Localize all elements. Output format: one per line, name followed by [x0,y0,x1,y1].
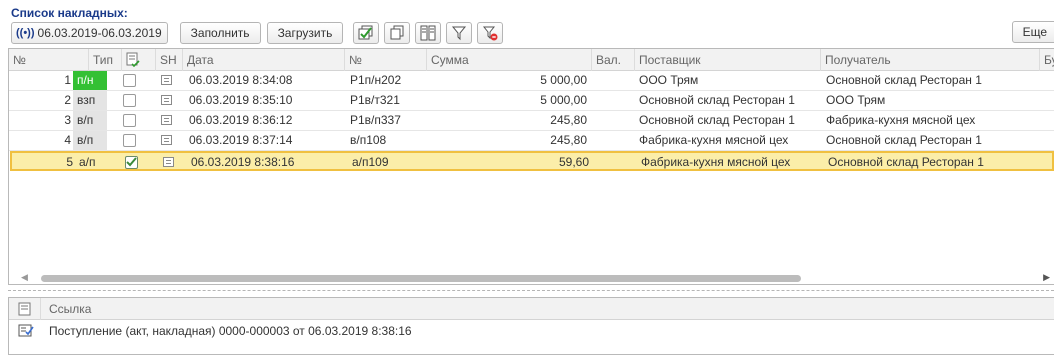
row-supplier: Основной склад Ресторан 1 [639,113,795,127]
header-receiver[interactable]: Получатель [821,49,1040,71]
row-receiver: Основной склад Ресторан 1 [828,155,984,169]
row-num: 2 [64,93,71,107]
row-date: 06.03.2019 8:36:12 [189,113,293,127]
row-num: 4 [64,133,71,147]
link-header-label[interactable]: Ссылка [49,298,91,320]
table-row[interactable]: 2 взп 06.03.2019 8:35:10 Р1в/т321 5 000,00 Ос… [9,91,1054,111]
row-type: а/п [79,155,96,169]
table-row[interactable]: 1 п/н 06.03.2019 8:34:08 Р1п/н202 5 000,00 ОО… [9,71,1054,91]
row-num: 1 [64,73,71,87]
row-type: п/н [73,71,107,90]
period-label: 06.03.2019-06.03.2019 [37,26,162,40]
row-receiver: Основной склад Ресторан 1 [826,73,982,87]
document-icon [18,302,31,316]
scroll-thumb[interactable] [41,275,801,282]
document-icon[interactable] [163,157,174,167]
row-sum: 245,80 [550,133,587,147]
table-row[interactable]: 4 в/п 06.03.2019 8:37:14 в/п108 245,80 Фабрик… [9,131,1054,151]
row-num: 3 [64,113,71,127]
link-table: Ссылка Поступление (акт, накладная) 0000… [8,297,1054,355]
row-checkbox[interactable] [125,156,138,169]
row-sum: 5 000,00 [540,73,587,87]
table-row[interactable]: 3 в/п 06.03.2019 8:36:12 Р1в/п337 245,80 Осно… [9,111,1054,131]
row-receiver: Фабрика-кухня мясной цех [826,113,976,127]
document-check-icon [18,324,34,337]
header-sh[interactable]: SH [156,49,183,71]
header-icon-cell [9,298,41,320]
row-num: 5 [66,155,73,169]
toolbar: ((•)) 06.03.2019-06.03.2019 Заполнить За… [11,21,1054,45]
more-button[interactable]: Еще [1011,21,1054,43]
columns-icon [420,25,436,41]
document-icon[interactable] [161,135,172,145]
row-date: 06.03.2019 8:34:08 [189,73,293,87]
header-docnum[interactable]: № [345,49,427,71]
filter-button[interactable] [446,22,473,44]
header-supplier[interactable]: Поставщик [635,49,821,71]
load-button[interactable]: Загрузить [266,22,344,44]
invoices-table: № Тип SH Дата № Сумма Вал. Поставщик Пол… [8,48,1054,285]
row-docnum: а/п109 [352,155,389,169]
more-label: Еще [1022,25,1047,39]
row-checkbox[interactable] [123,134,136,147]
row-supplier: ООО Трям [639,73,699,87]
link-row[interactable]: Поступление (акт, накладная) 0000-000003… [9,320,1054,342]
row-docnum: Р1п/н202 [350,73,402,87]
check-icon [126,157,137,167]
row-docnum: Р1в/п337 [350,113,401,127]
clear-filter-button[interactable] [477,22,504,44]
table-row[interactable]: 5 а/п 06.03.2019 8:38:16 а/п109 59,60 Фабрика… [10,151,1054,171]
document-icon[interactable] [161,115,172,125]
link-table-header: Ссылка [9,298,1054,320]
row-docnum: в/п108 [350,133,387,147]
splitter[interactable] [8,290,1054,294]
row-checkbox[interactable] [123,74,136,87]
copy-icon [390,25,404,40]
row-checkbox[interactable] [123,94,136,107]
period-button[interactable]: ((•)) 06.03.2019-06.03.2019 [11,22,168,44]
clear-filter-icon [483,26,498,41]
row-checkbox[interactable] [123,114,136,127]
check-all-button[interactable] [353,22,380,44]
row-sum: 59,60 [558,155,589,169]
scroll-left-icon[interactable]: ◀ [21,272,28,283]
row-supplier: Фабрика-кухня мясной цех [641,155,791,169]
columns-button[interactable] [415,22,442,44]
document-icon[interactable] [161,75,172,85]
header-type[interactable]: Тип [89,49,122,71]
check-all-icon [358,25,373,40]
row-date: 06.03.2019 8:35:10 [189,93,293,107]
header-sum[interactable]: Сумма [427,49,592,71]
header-currency[interactable]: Вал. [592,49,635,71]
page-title: Список накладных: [11,6,128,20]
link-value: Поступление (акт, накладная) 0000-000003… [49,324,412,338]
row-type: взп [73,91,107,110]
row-supplier: Основной склад Ресторан 1 [639,93,795,107]
row-docnum: Р1в/т321 [350,93,400,107]
table-header: № Тип SH Дата № Сумма Вал. Поставщик Пол… [9,49,1054,71]
row-date: 06.03.2019 8:38:16 [191,155,295,169]
scroll-right-icon[interactable]: ▶ [1043,272,1050,283]
horizontal-scrollbar[interactable]: ◀ ▶ [9,271,1054,284]
header-extra[interactable]: Бу [1040,49,1054,71]
header-date[interactable]: Дата [183,49,345,71]
row-type: в/п [73,131,107,150]
filter-icon [452,26,467,41]
row-date: 06.03.2019 8:37:14 [189,133,293,147]
row-type: в/п [73,111,107,130]
row-sum: 245,80 [550,113,587,127]
row-receiver: Основной склад Ресторан 1 [826,133,982,147]
row-receiver: ООО Трям [826,93,886,107]
period-icon: ((•)) [16,27,35,39]
row-sum: 5 000,00 [540,93,587,107]
checklist-icon [126,52,140,68]
header-num[interactable]: № [9,49,89,71]
header-check[interactable] [122,49,156,71]
fill-button[interactable]: Заполнить [179,22,261,44]
copy-button[interactable] [384,22,411,44]
document-icon[interactable] [161,95,172,105]
row-supplier: Фабрика-кухня мясной цех [639,133,789,147]
